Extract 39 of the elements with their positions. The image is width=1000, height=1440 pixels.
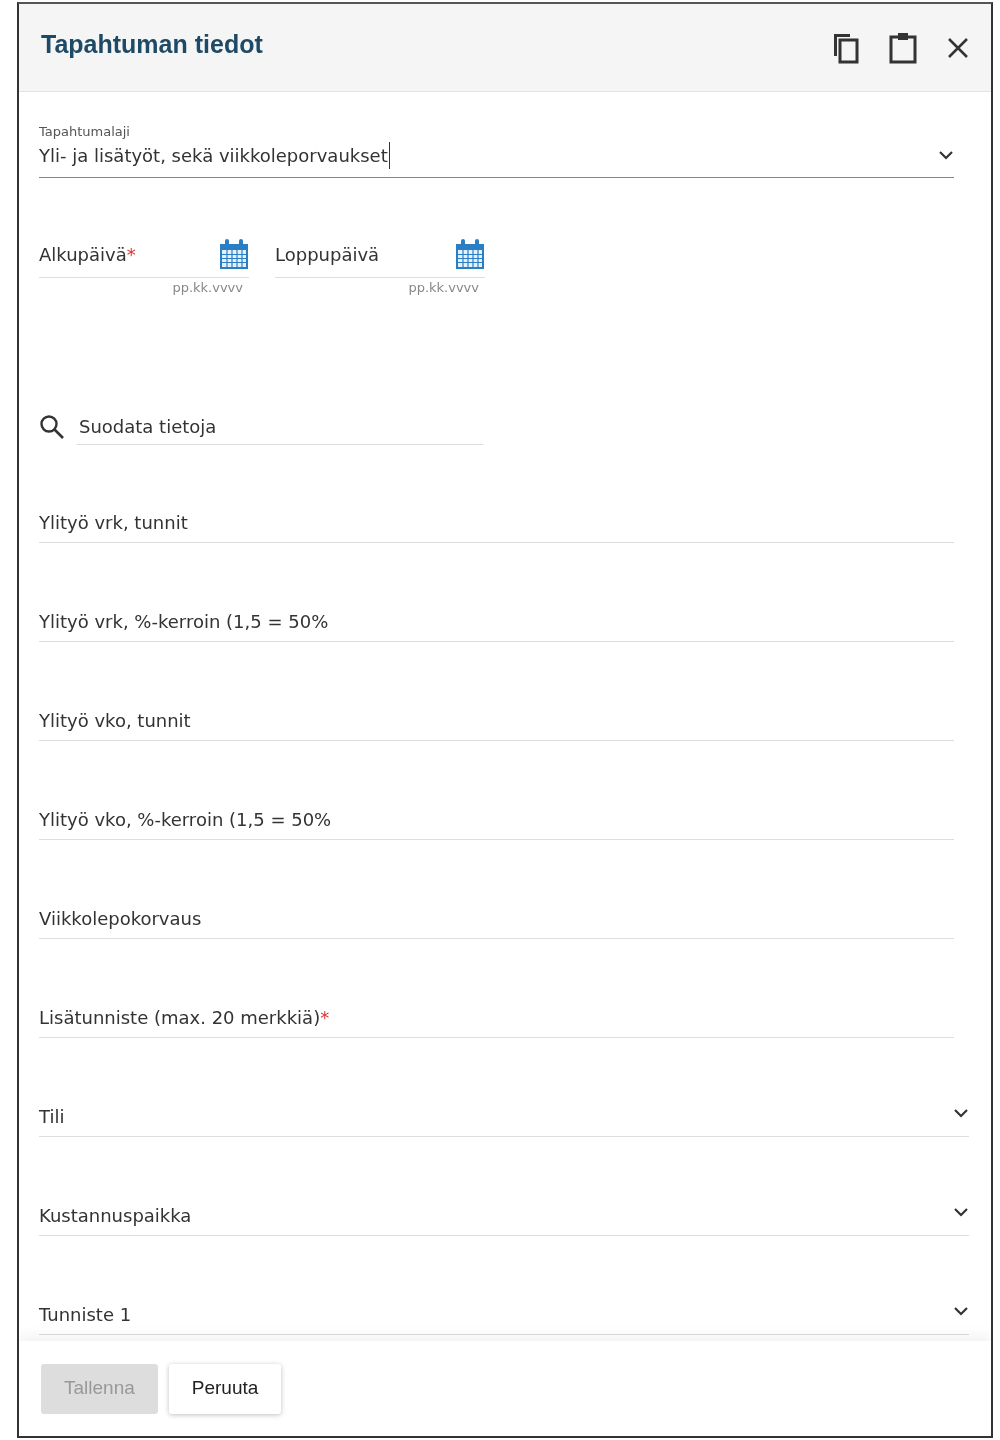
input-field[interactable]: Ylityö vko, tunnit <box>39 693 954 741</box>
field-label: Loppupäivä <box>275 242 380 267</box>
field-value: Yli- ja lisätyöt, sekä viikkoleporvaukset <box>39 141 390 169</box>
chevron-down-icon <box>953 1207 969 1217</box>
field-label: Ylityö vrk, tunnit <box>39 511 188 535</box>
calendar-icon[interactable] <box>219 238 249 270</box>
date-field[interactable]: Loppupäivä <box>275 235 485 278</box>
field-label: Tunniste 1 <box>39 1303 132 1327</box>
field-label: Alkupäivä* <box>39 242 136 267</box>
field-label: Ylityö vko, tunnit <box>39 709 191 733</box>
chevron-down-icon <box>938 150 954 160</box>
input-field[interactable]: Ylityö vrk, %-kerroin (1,5 = 50% <box>39 594 954 642</box>
calendar-icon[interactable] <box>455 238 485 270</box>
input-field[interactable]: Lisätunniste (max. 20 merkkiä)* <box>39 990 954 1038</box>
chevron-down-icon <box>953 1306 969 1316</box>
copy-icon[interactable] <box>831 31 859 64</box>
select-field[interactable]: Tapahtumalaji Yli- ja lisätyöt, sekä viikkoleporvaukset <box>39 122 954 178</box>
input-field[interactable]: Ylityö vko, %-kerroin (1,5 = 50% <box>39 792 954 840</box>
select-field[interactable]: Tili <box>39 1089 969 1137</box>
field-label: Ylityö vrk, %-kerroin (1,5 = 50% <box>39 610 329 634</box>
chevron-down-icon <box>953 1108 969 1118</box>
date-field[interactable]: Alkupäivä* <box>39 235 249 278</box>
select-field[interactable]: Kustannuspaikka <box>39 1188 969 1236</box>
cancel-button[interactable]: Peruuta <box>168 1363 282 1414</box>
input-field[interactable]: Viikkolepokorvaus <box>39 891 954 939</box>
field-label: Tapahtumalaji <box>39 123 131 141</box>
select-field[interactable]: Tunniste 1 <box>39 1287 969 1335</box>
field-label: Lisätunniste (max. 20 merkkiä)* <box>39 1006 330 1030</box>
field-label: Tili <box>39 1105 65 1129</box>
input-field[interactable]: Ylityö vrk, tunnit <box>39 495 954 543</box>
clipboard-icon[interactable] <box>889 31 917 64</box>
date-format-hint: pp.kk.vvvv <box>407 278 480 297</box>
field-label: Viikkolepokorvaus <box>39 907 202 931</box>
close-icon[interactable] <box>947 36 969 59</box>
dialog-title: Tapahtuman tiedot <box>41 28 263 60</box>
field-label: Kustannuspaikka <box>39 1204 192 1228</box>
search-icon <box>39 414 65 440</box>
date-format-hint: pp.kk.vvvv <box>171 278 244 297</box>
field-label: Ylityö vko, %-kerroin (1,5 = 50% <box>39 808 332 832</box>
